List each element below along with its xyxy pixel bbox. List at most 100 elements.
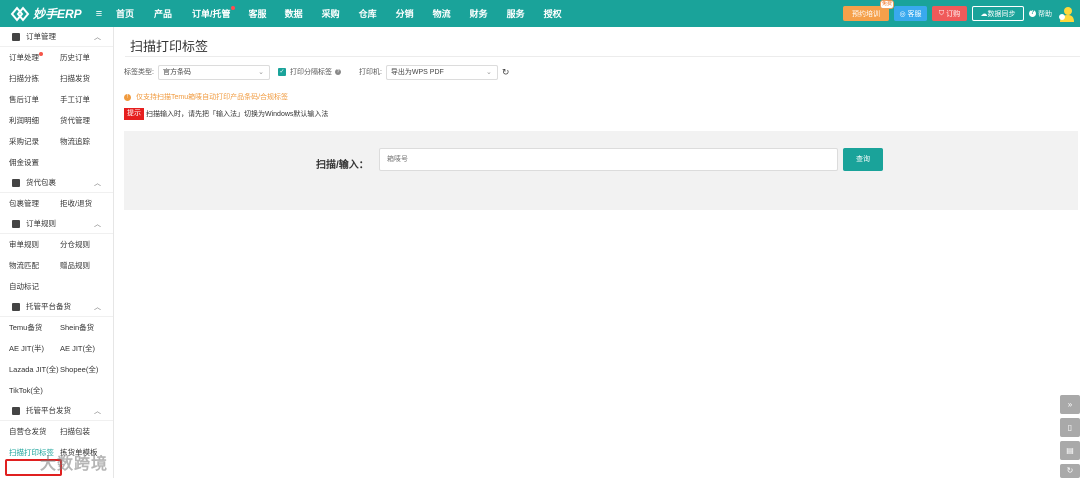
sidebar-section-hosted-shipping[interactable]: 托管平台发货 ︿ <box>0 401 113 421</box>
sidebar-item-ae-jit-half[interactable]: AE JIT(半) <box>9 338 60 359</box>
nav-item-distribution[interactable]: 分销 <box>396 7 414 20</box>
notification-dot <box>230 6 235 10</box>
sidebar-item-order-processing[interactable]: 订单处理 <box>9 47 60 68</box>
printer-label: 打印机: <box>358 69 382 76</box>
training-label: 预约培训 <box>852 10 880 18</box>
refresh-icon[interactable]: ↻ <box>502 67 510 78</box>
sidebar-item-auto-tag[interactable]: 自动标记 <box>9 276 60 297</box>
top-navbar: 妙手ERP ≡ 首页 产品 订单/托管 客服 数据 采购 仓库 分销 物流 财务… <box>0 0 1080 27</box>
sidebar-submenu: 包裹管理 拒收/退货 <box>0 193 113 214</box>
sidebar-item-tiktok-full[interactable]: TikTok(全) <box>9 380 60 401</box>
sidebar-item-tracking[interactable]: 物流追踪 <box>60 131 117 152</box>
nav-item-services[interactable]: 服务 <box>507 7 525 20</box>
chevron-up-icon: ︿ <box>94 304 101 311</box>
help-icon: ? <box>1029 10 1036 17</box>
section-title: 订单规则 <box>26 219 56 228</box>
sidebar-item-logistics-match[interactable]: 物流匹配 <box>9 255 60 276</box>
printer-value: 导出为WPS PDF <box>390 69 444 76</box>
sidebar-item-label: 订单处理 <box>9 53 39 62</box>
sidebar-item-forwarder[interactable]: 货代管理 <box>60 110 117 131</box>
nav-item-service[interactable]: 客服 <box>249 7 267 20</box>
main-content: 扫描打印标签 标签类型: 官方条码 ⌄ ✓ 打印分隔标签 ? 打印机: 导出为W… <box>115 27 1080 478</box>
refresh-icon[interactable]: ↻ <box>1060 464 1080 478</box>
notice-text: 仅支持扫描Temu箱唛自动打印产品条码/合规标签 <box>136 94 289 101</box>
sidebar-item-self-warehouse-ship[interactable]: 自营仓发货 <box>9 421 60 442</box>
nav-item-finance[interactable]: 财务 <box>470 7 488 20</box>
data-sync-label: 数据同步 <box>987 10 1016 18</box>
customer-service-button[interactable]: ◎ 客服 <box>894 6 927 21</box>
query-button[interactable]: 查询 <box>843 148 883 171</box>
sidebar-item-shopee-full[interactable]: Shopee(全) <box>60 359 117 380</box>
tip-text: 扫描输入时，请先把「输入法」切换为Windows默认输入法 <box>146 111 329 118</box>
help-link[interactable]: ? 帮助 <box>1029 9 1052 19</box>
menu-toggle-icon[interactable]: ≡ <box>92 8 106 20</box>
sidebar-section-forwarder-packages[interactable]: 货代包裹 ︿ <box>0 173 113 193</box>
subscribe-button[interactable]: ⛉ 订购 <box>932 6 967 21</box>
sidebar-item-package-management[interactable]: 包裹管理 <box>9 193 60 214</box>
logo[interactable]: 妙手ERP <box>0 5 92 22</box>
logo-text: 妙手ERP <box>33 7 82 21</box>
chevron-up-icon: ︿ <box>94 221 101 228</box>
nav-item-logistics[interactable]: 物流 <box>433 7 451 20</box>
sidebar-item-purchase-record[interactable]: 采购记录 <box>9 131 60 152</box>
sidebar-item-scan-pack[interactable]: 扫描包装 <box>60 421 117 442</box>
sidebar-item-after-sales[interactable]: 售后订单 <box>9 89 60 110</box>
chevron-up-icon: ︿ <box>94 180 101 187</box>
watermark: 大数跨境 <box>40 456 109 473</box>
label-type-select[interactable]: 官方条码 ⌄ <box>157 64 270 80</box>
label-type-label: 标签类型: <box>124 69 154 76</box>
sidebar-item-commission[interactable]: 佣金设置 <box>9 152 60 173</box>
sidebar-item-gift-rules[interactable]: 赠品规则 <box>60 255 117 276</box>
sidebar-item-order-history[interactable]: 历史订单 <box>60 47 117 68</box>
tip-message: 提示 扫描输入时，请先把「输入法」切换为Windows默认输入法 <box>124 108 328 120</box>
sidebar-item-shein-stock[interactable]: Shein备货 <box>60 317 117 338</box>
filter-bar: 标签类型: 官方条码 ⌄ ✓ 打印分隔标签 ? 打印机: 导出为WPS PDF … <box>124 64 509 80</box>
save-icon[interactable]: ▤ <box>1060 441 1080 460</box>
nav-item-products[interactable]: 产品 <box>154 7 172 20</box>
divider <box>125 56 1080 57</box>
shipping-icon <box>12 406 20 415</box>
document-icon <box>12 32 20 41</box>
training-button[interactable]: 预约培训 免费 <box>843 0 894 21</box>
user-avatar-icon[interactable] <box>1057 5 1075 23</box>
sidebar-section-order-rules[interactable]: 订单规则 ︿ <box>0 214 113 234</box>
nav-item-data[interactable]: 数据 <box>285 7 303 20</box>
label-type-value: 官方条码 <box>162 69 191 76</box>
chevron-down-icon: ⌄ <box>258 68 264 76</box>
expand-arrows-icon[interactable]: » <box>1060 395 1080 414</box>
printer-select[interactable]: 导出为WPS PDF ⌄ <box>385 64 498 80</box>
mobile-icon[interactable]: ▯ <box>1060 418 1080 437</box>
customer-service-label: 客服 <box>907 10 922 18</box>
section-title: 货代包裹 <box>26 178 56 187</box>
nav-item-orders[interactable]: 订单/托管 <box>192 6 235 20</box>
print-separator-checkbox[interactable]: ✓ <box>277 68 286 76</box>
nav-item-authorization[interactable]: 授权 <box>544 7 562 20</box>
sidebar-item-scan-ship[interactable]: 扫描发货 <box>60 68 117 89</box>
sidebar-item-temu-stock[interactable]: Temu备货 <box>9 317 60 338</box>
sidebar-item-manual-order[interactable]: 手工订单 <box>60 89 117 110</box>
scan-input[interactable] <box>379 148 838 171</box>
sidebar-item-review-rules[interactable]: 审单规则 <box>9 234 60 255</box>
nav-item-warehouse[interactable]: 仓库 <box>359 7 377 20</box>
sidebar-item-profit-detail[interactable]: 利润明细 <box>9 110 60 131</box>
chevron-up-icon: ︿ <box>94 408 101 415</box>
sidebar-item-scan-sort[interactable]: 扫描分拣 <box>9 68 60 89</box>
sidebar-item-warehouse-rules[interactable]: 分仓规则 <box>60 234 117 255</box>
nav-item-home[interactable]: 首页 <box>116 7 134 20</box>
logo-icon <box>10 5 30 22</box>
nav-item-purchase[interactable]: 采购 <box>322 7 340 20</box>
sidebar-section-hosted-stocking[interactable]: 托管平台备货 ︿ <box>0 297 113 317</box>
section-title: 订单管理 <box>26 32 56 41</box>
tip-tag: 提示 <box>124 108 144 120</box>
question-icon[interactable]: ? <box>334 69 341 75</box>
notification-dot <box>39 52 43 56</box>
sidebar-section-order-management[interactable]: 订单管理 ︿ <box>0 27 113 47</box>
data-sync-button[interactable]: ☁ 数据同步 <box>972 6 1024 21</box>
help-label: 帮助 <box>1038 10 1052 18</box>
sidebar-submenu: 审单规则 分仓规则 物流匹配 赠品规则 自动标记 <box>0 234 113 297</box>
sidebar-item-ae-jit-full[interactable]: AE JIT(全) <box>60 338 117 359</box>
sidebar-item-lazada-jit[interactable]: Lazada JIT(全) <box>9 359 60 380</box>
headset-icon: ◎ <box>899 10 908 18</box>
scan-panel: 扫描/输入： 查询 <box>124 131 1078 210</box>
sidebar-item-reject-return[interactable]: 拒收/退货 <box>60 193 117 214</box>
